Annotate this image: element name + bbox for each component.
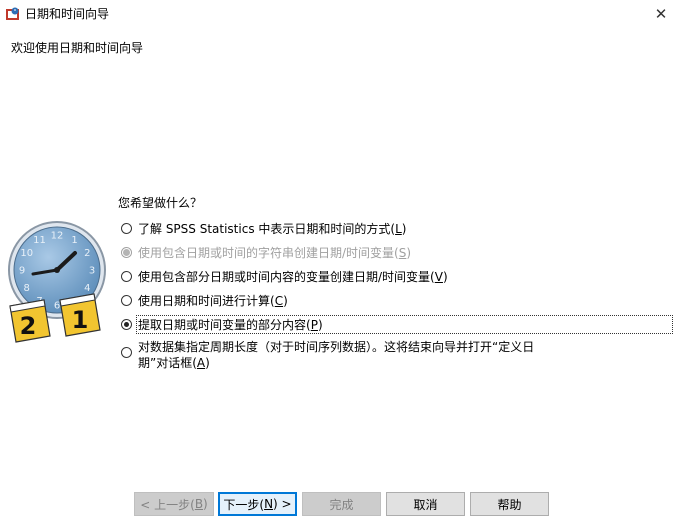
clock-numeral: 9 <box>19 266 25 277</box>
clock-calendar-illustration: 121234567891011 2 1 <box>8 221 106 343</box>
option-assign-periodicity[interactable]: 对数据集指定周期长度（对于时间序列数据）。这将结束向导并打开“定义日 期”对话框… <box>121 339 534 371</box>
clock-numeral: 10 <box>20 248 33 259</box>
button-bar: < 上一步(B) 下一步(N) > 完成 取消 帮助 <box>0 492 680 516</box>
radio-button <box>121 247 132 258</box>
option-label: 使用包含日期或时间的字符串创建日期/时间变量(S) <box>138 246 412 260</box>
wizard-app-icon <box>6 7 19 20</box>
clock-numeral: 3 <box>89 266 95 277</box>
help-button[interactable]: 帮助 <box>470 492 549 516</box>
clock-numeral: 4 <box>84 283 90 294</box>
radio-button[interactable] <box>121 271 132 282</box>
option-create-from-string: 使用包含日期或时间的字符串创建日期/时间变量(S) <box>121 245 411 261</box>
radio-button[interactable] <box>121 347 132 358</box>
finish-button[interactable]: 完成 <box>302 492 381 516</box>
question-label: 您希望做什么？ <box>118 196 203 210</box>
calendar-left-number: 2 <box>20 312 37 340</box>
option-calculate[interactable]: 使用日期和时间进行计算(C) <box>121 293 288 309</box>
window-title: 日期和时间向导 <box>25 7 110 21</box>
title-bar: 日期和时间向导 ✕ <box>0 0 680 28</box>
clock-numeral: 2 <box>84 248 90 259</box>
welcome-heading: 欢迎使用日期和时间向导 <box>11 41 144 55</box>
close-button[interactable]: ✕ <box>642 0 680 28</box>
clock-numeral: 6 <box>54 301 60 312</box>
calendar-right-number: 1 <box>72 306 89 334</box>
back-button[interactable]: < 上一步(B) <box>134 492 214 516</box>
radio-button[interactable] <box>121 295 132 306</box>
cancel-button[interactable]: 取消 <box>386 492 465 516</box>
clock-numeral: 8 <box>24 283 30 294</box>
option-learn-date-time[interactable]: 了解 SPSS Statistics 中表示日期和时间的方式(L) <box>121 221 406 237</box>
clock-numeral: 1 <box>71 235 77 246</box>
option-label: 使用包含部分日期或时间内容的变量创建日期/时间变量(V) <box>138 270 448 284</box>
option-label: 了解 SPSS Statistics 中表示日期和时间的方式(L) <box>138 222 407 236</box>
calendar-page-right: 1 <box>59 293 101 337</box>
option-create-from-parts[interactable]: 使用包含部分日期或时间内容的变量创建日期/时间变量(V) <box>121 269 448 285</box>
clock-numeral: 11 <box>33 235 46 246</box>
radio-button[interactable] <box>121 223 132 234</box>
calendar-page-left: 2 <box>9 299 51 343</box>
option-label: 提取日期或时间变量的部分内容(P) <box>138 318 323 332</box>
radio-button-selected[interactable] <box>121 319 132 330</box>
option-label: 对数据集指定周期长度（对于时间序列数据）。这将结束向导并打开“定义日 期”对话框… <box>138 340 535 370</box>
close-icon: ✕ <box>654 5 668 23</box>
option-label: 使用日期和时间进行计算(C) <box>138 294 288 308</box>
option-extract-part[interactable]: 提取日期或时间变量的部分内容(P) <box>121 315 673 334</box>
clock-numeral: 12 <box>51 231 64 242</box>
next-button[interactable]: 下一步(N) > <box>218 492 297 516</box>
